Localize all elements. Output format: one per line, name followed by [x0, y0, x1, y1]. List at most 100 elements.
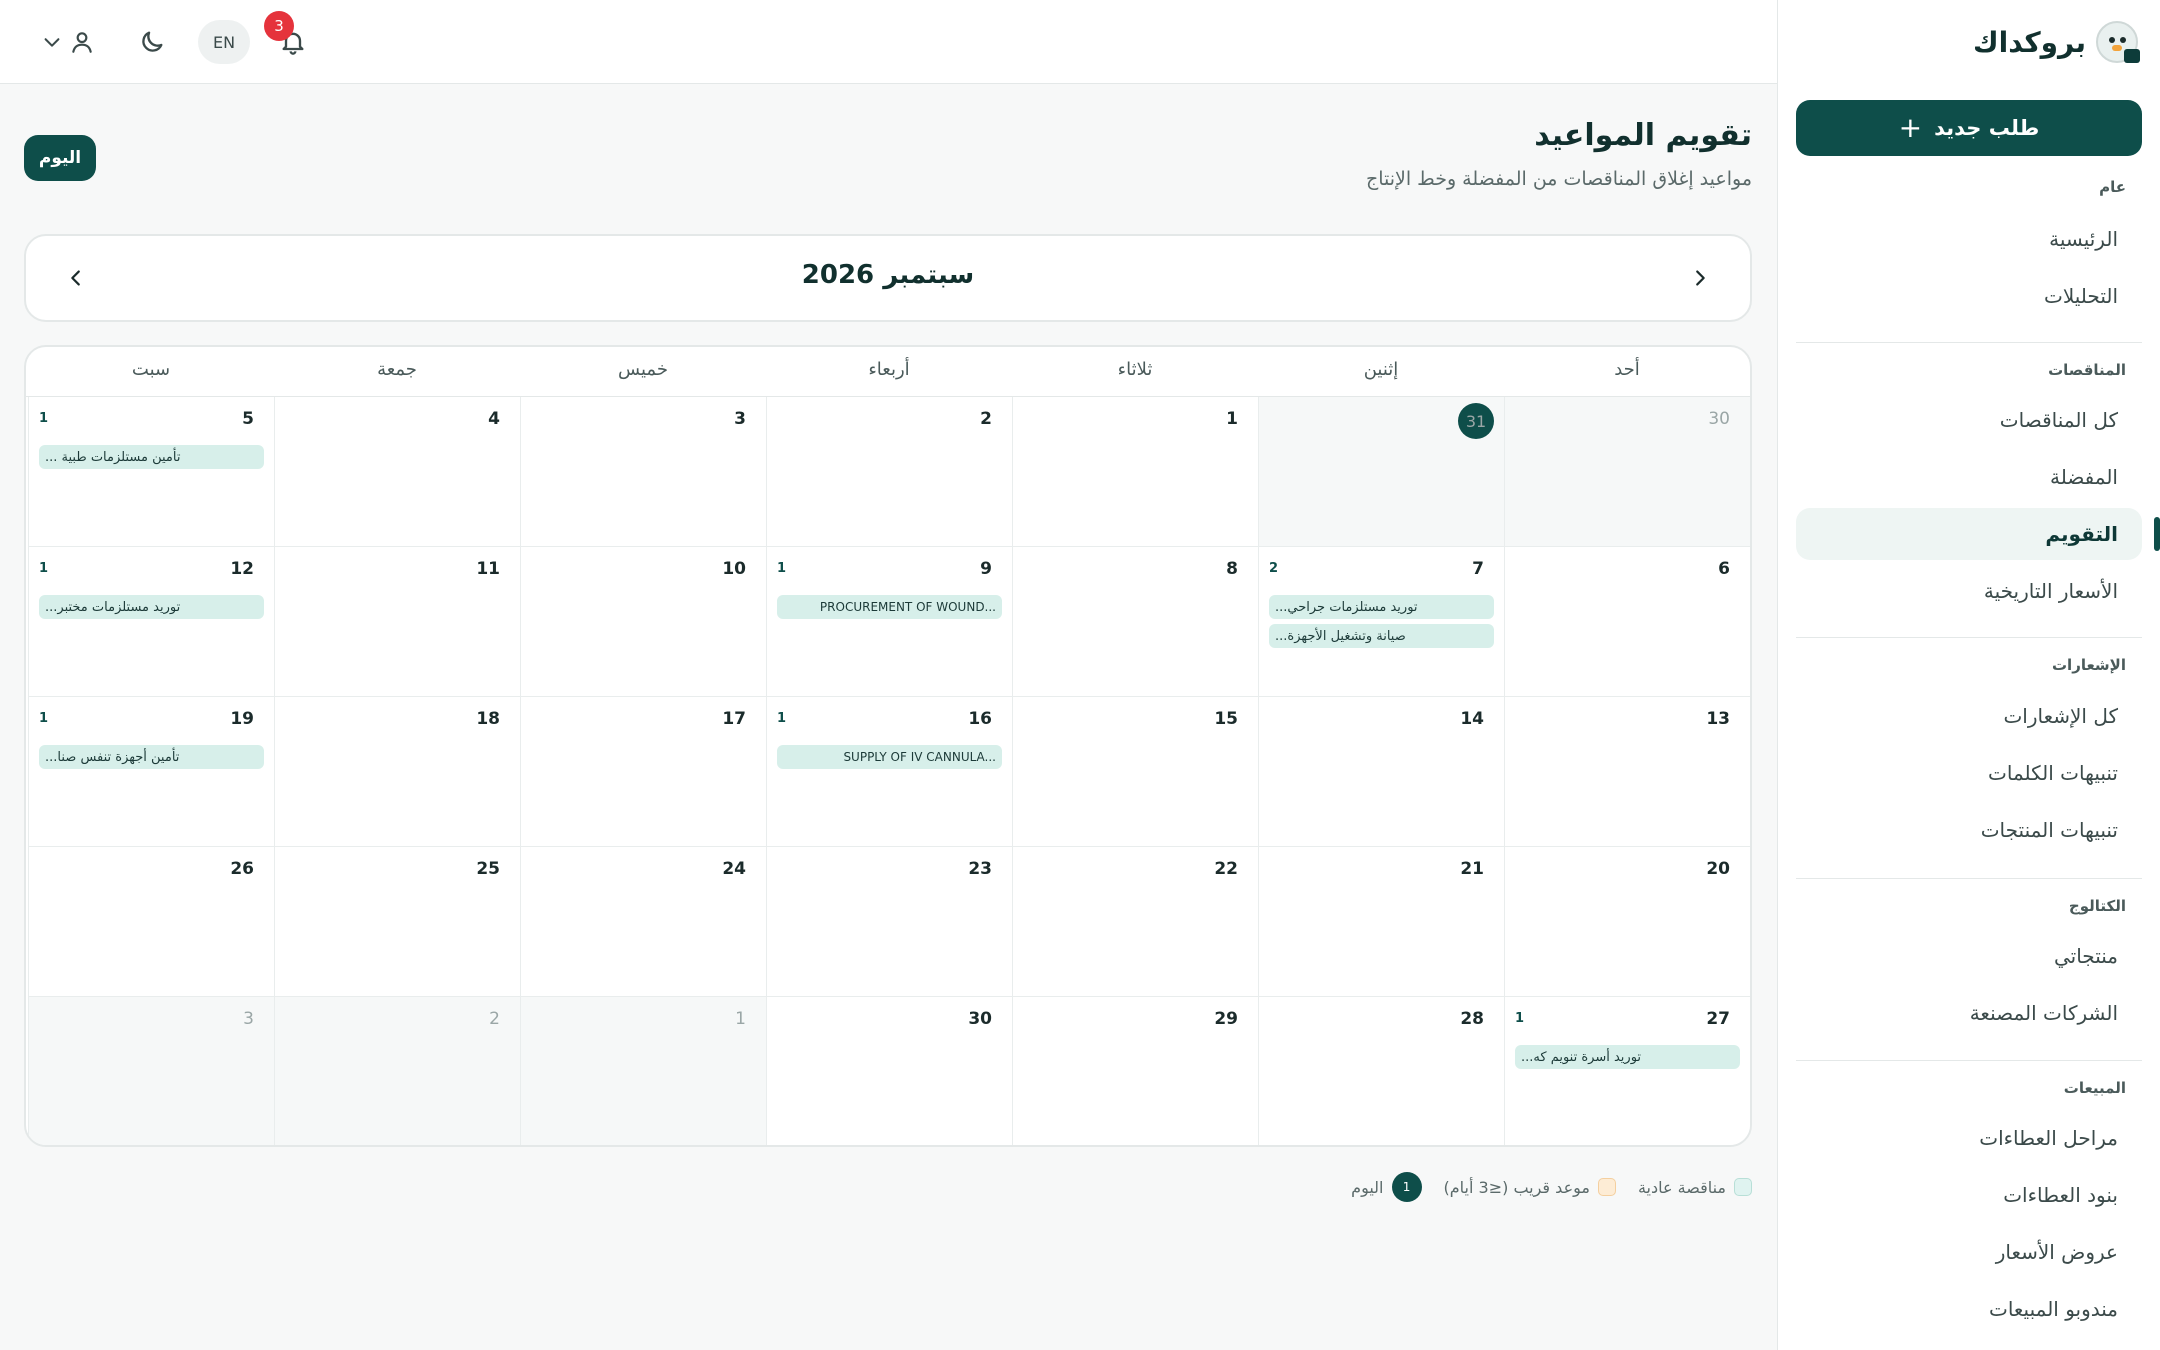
sidebar-group-general: عام	[2099, 178, 2126, 196]
calendar-day-cell[interactable]: 16 1 SUPPLY OF IV CANNULA...	[766, 697, 1012, 847]
calendar-day-cell[interactable]: 30	[1504, 397, 1750, 547]
calendar-day-cell[interactable]: 8	[1012, 547, 1258, 697]
calendar-day-cell[interactable]: 31	[1258, 397, 1504, 547]
calendar-day-cell[interactable]: 25	[274, 847, 520, 997]
brand[interactable]: بروكداك	[1973, 18, 2140, 66]
sidebar-item-label: التقويم	[2045, 522, 2118, 546]
day-of-week-label: جمعة	[377, 359, 417, 380]
day-number: 2	[489, 1009, 500, 1029]
calendar-day-cell[interactable]: 22	[1012, 847, 1258, 997]
calendar-event[interactable]: تأمين أجهزة تنفس صنا...	[39, 745, 264, 769]
sidebar-divider	[1796, 637, 2142, 638]
sidebar-group-notifications: الإشعارات	[2051, 656, 2126, 674]
sidebar-item-product-alerts[interactable]: تنبيهات المنتجات	[1796, 804, 2142, 856]
event-count: 1	[39, 411, 49, 426]
calendar-day-cell[interactable]: 7 2 توريد مستلزمات جراحي... صيانة وتشغيل ال…	[1258, 547, 1504, 697]
calendar-day-cell[interactable]: 3	[28, 997, 274, 1145]
calendar-event[interactable]: SUPPLY OF IV CANNULA...	[777, 745, 1002, 769]
moon-icon[interactable]	[130, 20, 174, 64]
calendar-day-cell[interactable]: 27 1 توريد أسرة تنويم كه...	[1504, 997, 1750, 1145]
calendar-day-cell[interactable]: 2	[274, 997, 520, 1145]
day-number: 30	[1708, 409, 1730, 429]
event-count: 2	[1269, 561, 1279, 576]
user-icon[interactable]	[60, 20, 104, 64]
calendar-day-cell[interactable]: 15	[1012, 697, 1258, 847]
calendar-day-cell[interactable]: 14	[1258, 697, 1504, 847]
day-number: 12	[230, 559, 254, 579]
calendar-day-cell[interactable]: 11	[274, 547, 520, 697]
calendar-event[interactable]: توريد مستلزمات جراحي...	[1269, 595, 1494, 619]
calendar-event[interactable]: PROCUREMENT OF WOUND...	[777, 595, 1002, 619]
sidebar-item-analytics[interactable]: التحليلات	[1796, 270, 2142, 322]
day-number: 2	[980, 409, 992, 429]
sidebar-item-sales-reps[interactable]: مندوبو المبيعات	[1796, 1283, 2142, 1335]
day-number: 23	[968, 859, 992, 879]
day-number: 17	[722, 709, 746, 729]
day-number: 25	[476, 859, 500, 879]
calendar-event[interactable]: توريد مستلزمات مختبر...	[39, 595, 264, 619]
calendar-day-cell[interactable]: 23	[766, 847, 1012, 997]
language-toggle[interactable]: EN	[198, 20, 250, 64]
calendar-day-cell[interactable]: 17	[520, 697, 766, 847]
calendar-day-cell[interactable]: 28	[1258, 997, 1504, 1145]
legend-today-marker: 1	[1391, 1172, 1422, 1202]
sidebar-item-historical-prices[interactable]: الأسعار التاريخية	[1796, 565, 2142, 617]
calendar-day-cell[interactable]: 10	[520, 547, 766, 697]
sidebar-item-bid-stages[interactable]: مراحل العطاءات	[1796, 1112, 2142, 1164]
calendar-day-cell[interactable]: 4	[274, 397, 520, 547]
prev-month-arrow-icon[interactable]	[1680, 258, 1720, 298]
calendar-day-cell[interactable]: 1	[520, 997, 766, 1145]
day-number: 1	[1226, 409, 1238, 429]
calendar-day-cell[interactable]: 30	[766, 997, 1012, 1145]
month-navigation: سبتمبر 2026	[24, 234, 1752, 322]
sidebar-item-label: التحليلات	[2043, 284, 2118, 308]
calendar-event[interactable]: توريد أسرة تنويم كه...	[1515, 1045, 1740, 1069]
sidebar-divider	[1796, 1060, 2142, 1061]
sidebar-item-all-tenders[interactable]: كل المناقصات	[1796, 394, 2142, 446]
calendar-grid: أحد إثنين ثلاثاء أربعاء خميس جمعة سبت 30 31 1 2 3 4…	[24, 345, 1752, 1147]
sidebar-item-manufacturers[interactable]: الشركات المصنعة	[1796, 987, 2142, 1039]
today-button[interactable]: اليوم	[24, 135, 96, 181]
day-number: 1	[735, 1009, 746, 1029]
day-number: 10	[722, 559, 746, 579]
calendar-day-cell[interactable]: 29	[1012, 997, 1258, 1145]
sidebar-item-keyword-alerts[interactable]: تنبيهات الكلمات	[1796, 747, 2142, 799]
sidebar-item-all-notifications[interactable]: كل الإشعارات	[1796, 690, 2142, 742]
sidebar-item-bid-items[interactable]: بنود العطاءات	[1796, 1169, 2142, 1221]
new-request-button[interactable]: طلب جديد +	[1796, 100, 2142, 156]
days-of-week-header: أحد إثنين ثلاثاء أربعاء خميس جمعة سبت	[26, 347, 1750, 397]
notification-badge: 3	[264, 11, 294, 41]
day-number: 16	[968, 709, 992, 729]
day-number: 26	[230, 859, 254, 879]
day-number: 28	[1460, 1009, 1484, 1029]
calendar-day-cell[interactable]: 13	[1504, 697, 1750, 847]
calendar-day-cell[interactable]: 21	[1258, 847, 1504, 997]
calendar-event[interactable]: صيانة وتشغيل الأجهزة...	[1269, 624, 1494, 648]
calendar-day-cell[interactable]: 5 1 تأمين مستلزمات طبية ...	[28, 397, 274, 547]
calendar-day-cell[interactable]: 20	[1504, 847, 1750, 997]
sidebar-item-label: الرئيسية	[2049, 227, 2118, 251]
calendar-day-cell[interactable]: 24	[520, 847, 766, 997]
sidebar-group-tenders: المناقصات	[2048, 361, 2126, 379]
day-number: 15	[1214, 709, 1238, 729]
calendar-day-cell[interactable]: 2	[766, 397, 1012, 547]
calendar-day-cell[interactable]: 19 1 تأمين أجهزة تنفس صنا...	[28, 697, 274, 847]
calendar-day-cell[interactable]: 18	[274, 697, 520, 847]
legend-label-normal: مناقصة عادية	[1637, 1177, 1726, 1197]
legend-label-near: موعد قريب (≤3 أيام)	[1443, 1177, 1590, 1197]
calendar-day-cell[interactable]: 3	[520, 397, 766, 547]
day-number: 11	[476, 559, 500, 579]
sidebar-item-label: عروض الأسعار	[1995, 1240, 2118, 1264]
sidebar-item-quotations[interactable]: عروض الأسعار	[1796, 1226, 2142, 1278]
sidebar-item-my-products[interactable]: منتجاتي	[1796, 930, 2142, 982]
topbar: EN 3	[0, 0, 1777, 84]
calendar-day-cell[interactable]: 1	[1012, 397, 1258, 547]
calendar-day-cell[interactable]: 26	[28, 847, 274, 997]
sidebar-item-calendar[interactable]: التقويم	[1796, 508, 2142, 560]
calendar-day-cell[interactable]: 9 1 PROCUREMENT OF WOUND...	[766, 547, 1012, 697]
calendar-event[interactable]: تأمين مستلزمات طبية ...	[39, 445, 264, 469]
sidebar-item-favorites[interactable]: المفضلة	[1796, 451, 2142, 503]
sidebar-item-home[interactable]: الرئيسية	[1796, 213, 2142, 265]
calendar-day-cell[interactable]: 6	[1504, 547, 1750, 697]
calendar-day-cell[interactable]: 12 1 توريد مستلزمات مختبر...	[28, 547, 274, 697]
